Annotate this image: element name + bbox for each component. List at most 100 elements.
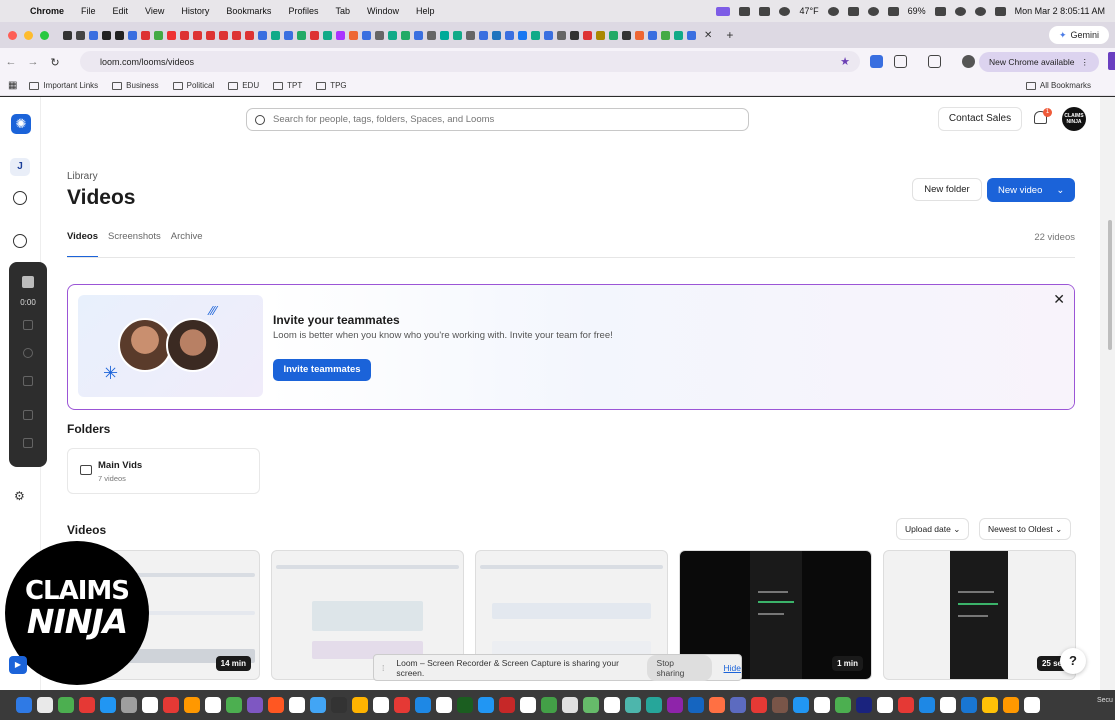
pinned-tab-favicon[interactable] [557,30,566,40]
pinned-tab-favicon[interactable] [141,30,150,40]
menu-file[interactable]: File [81,6,96,16]
pinned-tab-favicon[interactable] [570,30,579,40]
dock-app-icon[interactable] [499,697,515,713]
dock-app-icon[interactable] [352,697,368,713]
dock-app-icon[interactable] [16,697,32,713]
pinned-tab-favicon[interactable] [674,30,683,40]
scrollbar-track[interactable] [1100,97,1115,690]
dock-app-icon[interactable] [415,697,431,713]
pinned-tab-favicon[interactable] [479,30,488,40]
bookmark-important-links[interactable]: Important Links [29,81,98,90]
bookmark-political[interactable]: Political [172,81,214,90]
pinned-tab-favicon[interactable] [63,30,72,40]
all-bookmarks[interactable]: All Bookmarks [1025,81,1091,90]
dock-app-icon[interactable] [37,697,53,713]
dock-app-icon[interactable] [625,697,641,713]
dock-app-icon[interactable] [457,697,473,713]
siri-icon[interactable] [954,6,966,16]
gemini-button[interactable]: ✦ Gemini [1048,26,1109,44]
dock-app-icon[interactable] [184,697,200,713]
back-icon[interactable]: ← [0,56,22,68]
dock-app-icon[interactable] [940,697,956,713]
dock-app-icon[interactable] [562,697,578,713]
pinned-tab-favicon[interactable] [544,30,553,40]
pinned-tab-favicon[interactable] [258,30,267,40]
dock-app-icon[interactable] [163,697,179,713]
workspace-avatar[interactable]: J [10,158,30,176]
pinned-tab-favicon[interactable] [375,30,384,40]
dock-app-icon[interactable] [835,697,851,713]
pinned-tab-favicon[interactable] [323,30,332,40]
pinned-tab-favicon[interactable] [180,30,189,40]
pinned-tab-favicon[interactable] [648,30,657,40]
dock-app-icon[interactable] [79,697,95,713]
pinned-tab-favicon[interactable] [466,30,475,40]
pinned-tab-favicon[interactable] [609,30,618,40]
dock-app-icon[interactable] [1024,697,1040,713]
drag-handle-icon[interactable]: ⁞ [382,663,384,673]
pinned-tab-favicon[interactable] [271,30,280,40]
tab-archive[interactable]: Archive [171,231,203,258]
pinned-tab-favicon[interactable] [167,30,176,40]
tab-screenshots[interactable]: Screenshots [108,231,161,258]
menu-tab[interactable]: Tab [335,6,350,16]
reload-icon[interactable]: ↻ [44,56,66,69]
pinned-tab-favicon[interactable] [635,30,644,40]
pinned-tab-favicon[interactable] [284,30,293,40]
sort-field-dropdown[interactable]: Upload date ⌄ [896,518,970,540]
pinned-tab-favicon[interactable] [622,30,631,40]
wifi-icon[interactable] [887,6,899,16]
folder-card-main-vids[interactable]: Main Vids 7 videos [67,448,260,494]
dock-app-icon[interactable] [58,697,74,713]
pinned-tab-favicon[interactable] [518,30,527,40]
control-center-icon[interactable] [994,6,1006,16]
pinned-tab-favicon[interactable] [115,30,124,40]
loom-logo-icon[interactable]: ✺ [11,114,31,134]
menu-profiles[interactable]: Profiles [288,6,318,16]
pinned-tab-favicon[interactable] [310,30,319,40]
profile-avatar[interactable] [962,55,975,68]
delete-icon[interactable] [23,376,33,386]
moon-icon[interactable] [867,6,879,16]
pinned-tab-favicon[interactable] [219,30,228,40]
breadcrumb[interactable]: Library [67,171,98,182]
menu-extra-icon[interactable] [759,6,771,16]
dock-app-icon[interactable] [919,697,935,713]
chevron-down-icon[interactable]: ⌄ [1056,185,1064,196]
extension-icon[interactable] [870,55,883,68]
side-panel-icon[interactable] [928,55,941,68]
dock-app-icon[interactable] [394,697,410,713]
dock-app-icon[interactable] [289,697,305,713]
drag-handle-icon[interactable] [23,438,33,448]
kebab-menu-icon[interactable]: ⋮ [1081,57,1090,68]
pinned-tab-favicon[interactable] [206,30,215,40]
close-window-button[interactable] [8,30,17,40]
bookmark-tpg[interactable]: TPG [316,81,347,90]
pinned-tab-favicon[interactable] [102,30,111,40]
dock-app-icon[interactable] [205,697,221,713]
new-tab-icon[interactable]: + [726,28,733,42]
dock-app-icon[interactable] [667,697,683,713]
bookmark-star-icon[interactable]: ★ [840,55,850,68]
pinned-tab-favicon[interactable] [154,30,163,40]
pinned-tab-favicon[interactable] [583,30,592,40]
bookmark-tpt[interactable]: TPT [273,81,302,90]
pinned-tab-favicon[interactable] [349,30,358,40]
close-tab-icon[interactable]: ✕ [704,30,712,41]
minimize-window-button[interactable] [24,30,33,40]
restart-icon[interactable] [23,348,33,358]
camera-toggle-icon[interactable]: ▶ [9,656,27,674]
bluetooth-icon[interactable] [847,6,859,16]
pinned-tab-favicon[interactable] [193,30,202,40]
pinned-tab-favicon[interactable] [89,30,98,40]
menu-help[interactable]: Help [416,6,435,16]
dock-app-icon[interactable] [646,697,662,713]
dock-app-icon[interactable] [520,697,536,713]
battery-percent[interactable]: 69% [908,6,926,16]
pinned-tab-favicon[interactable] [388,30,397,40]
puzzle-icon[interactable] [894,55,907,68]
pinned-tab-favicon[interactable] [297,30,306,40]
dock-app-icon[interactable] [226,697,242,713]
pinned-tab-favicon[interactable] [440,30,449,40]
pause-icon[interactable] [23,320,33,330]
